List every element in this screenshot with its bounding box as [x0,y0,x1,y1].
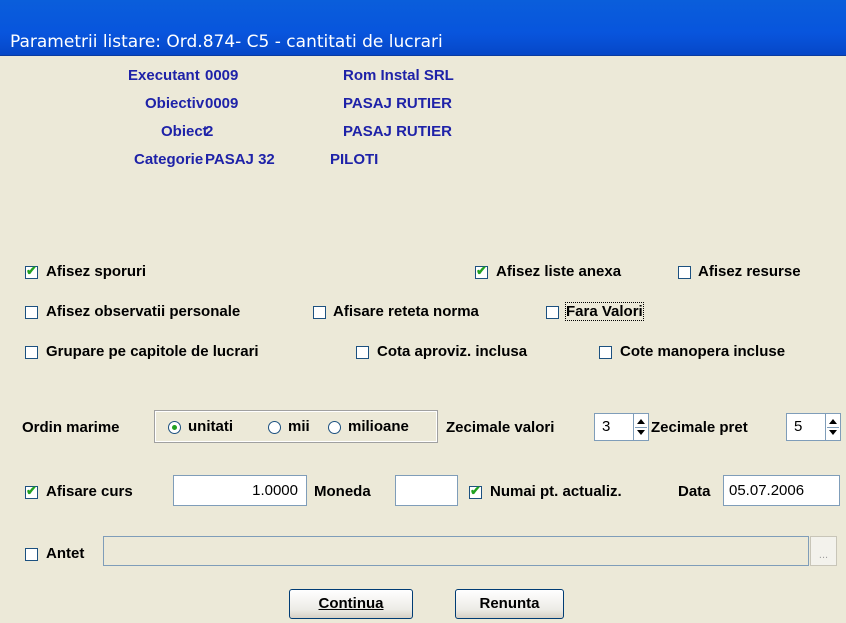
afisare-curs-label: Afisare curs [46,483,133,500]
zecimale-pret-spinner[interactable] [825,413,841,441]
radio-unitati-label: unitati [188,418,233,435]
antet-input[interactable] [103,536,809,566]
afisez-sporuri-checkbox[interactable]: ✔ [25,263,38,279]
spin-up-icon[interactable] [637,419,645,424]
afisez-sporuri-label: Afisez sporuri [46,263,147,280]
executant-name: Rom Instal SRL [343,67,454,84]
afisez-observatii-checkbox[interactable] [25,306,38,319]
radio-dot-icon [172,425,177,430]
zecimale-valori-spinner[interactable] [633,413,649,441]
afisare-curs-checkbox[interactable]: ✔ [25,483,38,499]
categorie-name: PILOTI [330,151,379,168]
check-mark-icon: ✔ [26,263,37,278]
antet-checkbox[interactable] [25,548,38,561]
spin-down-icon[interactable] [829,430,837,435]
obiectiv-code: 0009 [205,95,239,112]
radio-mii-label: mii [288,418,310,435]
afisare-reteta-label: Afisare reteta norma [333,303,479,320]
afisez-resurse-label: Afisez resurse [698,263,801,280]
zecimale-pret-label: Zecimale pret [651,419,748,436]
categorie-label: Categorie [134,151,204,168]
fara-valori-label: Fara Valori [565,302,644,321]
grupare-capitole-checkbox[interactable] [25,346,38,359]
window-title: Parametrii listare: Ord.874- C5 - cantit… [10,32,443,52]
radio-unitati[interactable] [168,421,181,434]
afisez-liste-anexa-checkbox[interactable]: ✔ [475,263,488,279]
moneda-input[interactable] [395,475,458,506]
renunta-button[interactable]: Renunta [455,589,564,619]
ordin-marime-group: unitati mii milioane [154,410,438,443]
obiect-code: 2 [205,123,214,140]
title-bar: Parametrii listare: Ord.874- C5 - cantit… [0,0,846,56]
cote-manopera-checkbox[interactable] [599,346,612,359]
cota-aproviz-label: Cota aproviz. inclusa [377,343,528,360]
renunta-button-label: Renunta [479,595,540,612]
data-label: Data [678,483,711,500]
afisare-reteta-checkbox[interactable] [313,306,326,319]
zecimale-valori-label: Zecimale valori [446,419,555,436]
afisez-observatii-label: Afisez observatii personale [46,303,241,320]
curs-input[interactable]: 1.0000 [173,475,307,506]
moneda-label: Moneda [314,483,371,500]
continua-button[interactable]: Continua [289,589,413,619]
afisez-resurse-checkbox[interactable] [678,266,691,279]
data-input[interactable]: 05.07.2006 [723,475,840,506]
cote-manopera-label: Cote manopera incluse [620,343,786,360]
cota-aproviz-checkbox[interactable] [356,346,369,359]
check-mark-icon: ✔ [26,483,37,498]
check-mark-icon: ✔ [470,483,481,498]
executant-code: 0009 [205,67,239,84]
zecimale-pret-input[interactable]: 5 [786,413,826,441]
check-mark-icon: ✔ [476,263,487,278]
antet-browse-button[interactable]: ... [810,536,837,566]
ordin-marime-label: Ordin marime [22,419,120,436]
continua-button-label: Continua [318,595,384,612]
grupare-capitole-label: Grupare pe capitole de lucrari [46,343,259,360]
obiect-label: Obiect [161,123,208,140]
radio-milioane-label: milioane [348,418,409,435]
antet-label: Antet [46,545,85,562]
obiectiv-name: PASAJ RUTIER [343,95,452,112]
dialog-window: Parametrii listare: Ord.874- C5 - cantit… [0,0,846,623]
numai-actualiz-checkbox[interactable]: ✔ [469,483,482,499]
spin-down-icon[interactable] [637,430,645,435]
spin-up-icon[interactable] [829,419,837,424]
obiectiv-label: Obiectiv [145,95,205,112]
afisez-liste-anexa-label: Afisez liste anexa [496,263,622,280]
obiect-name: PASAJ RUTIER [343,123,452,140]
radio-milioane[interactable] [328,421,341,434]
zecimale-valori-input[interactable]: 3 [594,413,634,441]
executant-label: Executant [128,67,200,84]
radio-mii[interactable] [268,421,281,434]
numai-actualiz-label: Numai pt. actualiz. [490,483,622,500]
categorie-code: PASAJ 32 [205,151,275,168]
fara-valori-checkbox[interactable] [546,306,559,319]
